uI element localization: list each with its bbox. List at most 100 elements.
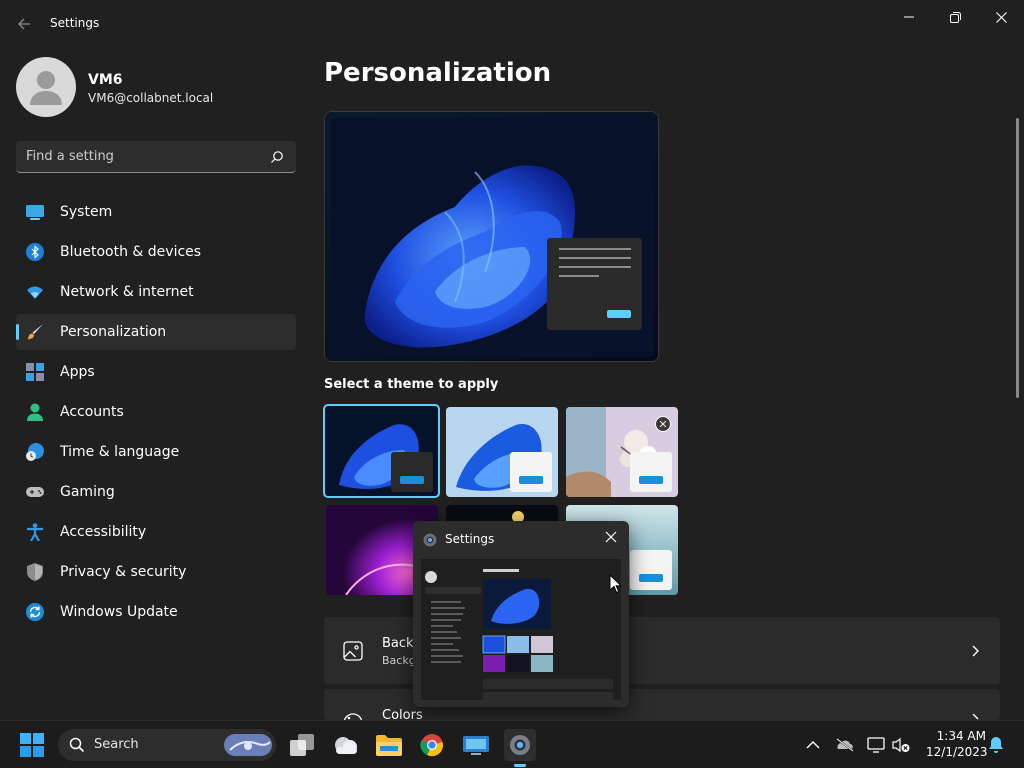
apps-icon xyxy=(26,363,44,381)
taskbar-thumbnail-popup[interactable]: Settings xyxy=(413,521,629,707)
remote-desktop-icon xyxy=(463,736,489,755)
sidebar-item-windows-update[interactable]: Windows Update xyxy=(16,594,296,630)
themes-section-label: Select a theme to apply xyxy=(324,377,499,392)
slideshow-badge-icon xyxy=(655,416,671,432)
settings-gear-icon xyxy=(510,735,530,755)
theme-window-sample xyxy=(630,550,672,590)
avatar[interactable] xyxy=(16,57,76,117)
search-input[interactable] xyxy=(26,141,266,172)
popup-title: Settings xyxy=(445,532,495,546)
volume-muted-icon[interactable] xyxy=(891,735,911,755)
system-monitor-icon xyxy=(26,205,44,220)
sidebar-item-label: Windows Update xyxy=(60,604,178,620)
taskbar-rdp-app[interactable] xyxy=(460,729,492,761)
bluetooth-icon xyxy=(26,243,44,261)
search-icon xyxy=(271,151,283,163)
sidebar-item-bluetooth[interactable]: Bluetooth & devices xyxy=(16,234,296,270)
scrollbar[interactable] xyxy=(1016,118,1019,398)
taskbar-file-explorer[interactable] xyxy=(373,729,405,761)
wifi-icon xyxy=(27,286,43,299)
sidebar-item-label: Personalization xyxy=(60,324,167,340)
start-button[interactable] xyxy=(16,729,48,761)
sidebar-item-personalization[interactable]: Personalization xyxy=(16,314,296,350)
update-icon xyxy=(26,603,44,621)
sidebar-item-accessibility[interactable]: Accessibility xyxy=(16,514,296,550)
sidebar-item-network[interactable]: Network & internet xyxy=(16,274,296,310)
active-app-indicator xyxy=(514,764,526,767)
theme-preview xyxy=(324,111,659,362)
chrome-icon xyxy=(420,734,443,757)
folder-icon xyxy=(376,735,402,756)
minimize-icon xyxy=(904,16,914,18)
sidebar-nav: System Bluetooth & devices Network & int… xyxy=(16,194,296,634)
theme-captured-motion[interactable] xyxy=(566,407,678,497)
page-title: Personalization xyxy=(324,58,552,88)
settings-gear-icon xyxy=(423,533,437,547)
profile-name: VM6 xyxy=(88,72,123,88)
network-display-icon[interactable] xyxy=(867,735,887,755)
sidebar-item-label: Accounts xyxy=(60,404,124,420)
sidebar-item-label: Privacy & security xyxy=(60,564,187,580)
back-arrow-icon xyxy=(18,18,30,30)
mouse-cursor-icon xyxy=(609,574,621,594)
sidebar-item-label: Apps xyxy=(60,364,95,380)
taskbar-chrome[interactable] xyxy=(416,729,448,761)
sidebar-item-label: Gaming xyxy=(60,484,115,500)
weather-cloud-icon xyxy=(335,737,357,754)
task-view-icon xyxy=(290,734,314,756)
sidebar-item-privacy[interactable]: Privacy & security xyxy=(16,554,296,590)
user-silhouette-icon xyxy=(30,71,62,105)
restore-icon xyxy=(949,11,961,23)
shield-icon xyxy=(27,563,43,581)
taskbar-task-view[interactable] xyxy=(286,729,318,761)
close-icon xyxy=(995,11,1007,23)
taskbar-settings[interactable] xyxy=(504,729,536,767)
settings-search[interactable] xyxy=(16,141,296,173)
taskbar-search[interactable]: Search xyxy=(58,729,276,761)
notification-bell-icon[interactable] xyxy=(986,735,1006,755)
clock-time[interactable]: 1:34 AM xyxy=(926,729,986,743)
profile-email: VM6@collabnet.local xyxy=(88,91,214,105)
minimize-button[interactable] xyxy=(886,4,932,30)
sidebar-item-label: Bluetooth & devices xyxy=(60,244,202,260)
restore-button[interactable] xyxy=(932,4,978,30)
gamepad-icon xyxy=(26,487,44,497)
taskbar: Search xyxy=(0,720,1024,768)
theme-window-sample xyxy=(391,452,433,492)
sidebar-item-label: System xyxy=(60,204,113,220)
sidebar-item-label: Network & internet xyxy=(60,284,194,300)
theme-window-sample xyxy=(630,452,672,492)
close-icon[interactable] xyxy=(603,529,619,545)
sidebar-item-label: Accessibility xyxy=(60,524,147,540)
app-title: Settings xyxy=(50,16,100,30)
taskbar-widgets[interactable] xyxy=(330,729,362,761)
sidebar-item-time-language[interactable]: Time & language xyxy=(16,434,296,470)
theme-dark-bloom[interactable] xyxy=(323,404,440,498)
sidebar-item-gaming[interactable]: Gaming xyxy=(16,474,296,510)
onedrive-offline-icon[interactable] xyxy=(835,735,855,755)
window-preview-thumbnail xyxy=(421,559,621,700)
search-icon xyxy=(69,737,85,753)
account-icon xyxy=(27,403,43,421)
image-icon xyxy=(343,641,363,661)
search-highlight-icon xyxy=(224,734,272,756)
bloom-wallpaper-preview xyxy=(325,112,658,361)
back-button[interactable] xyxy=(12,12,36,36)
settings-window-miniature xyxy=(421,559,621,700)
taskbar-search-label: Search xyxy=(94,737,139,752)
title-bar: Settings xyxy=(0,0,1024,48)
clock-globe-icon xyxy=(26,443,44,461)
chevron-right-icon xyxy=(972,645,979,657)
close-button[interactable] xyxy=(978,4,1024,30)
sidebar-item-apps[interactable]: Apps xyxy=(16,354,296,390)
clock-date[interactable]: 12/1/2023 xyxy=(926,745,988,759)
paintbrush-icon xyxy=(28,324,43,340)
chevron-up-icon[interactable] xyxy=(803,735,823,755)
theme-window-sample xyxy=(510,452,552,492)
sidebar-item-system[interactable]: System xyxy=(16,194,296,230)
card-subtitle: Backg xyxy=(382,654,416,667)
sidebar-item-accounts[interactable]: Accounts xyxy=(16,394,296,430)
theme-light-bloom[interactable] xyxy=(446,407,558,497)
accessibility-icon xyxy=(27,523,43,541)
sidebar-item-label: Time & language xyxy=(60,444,180,460)
